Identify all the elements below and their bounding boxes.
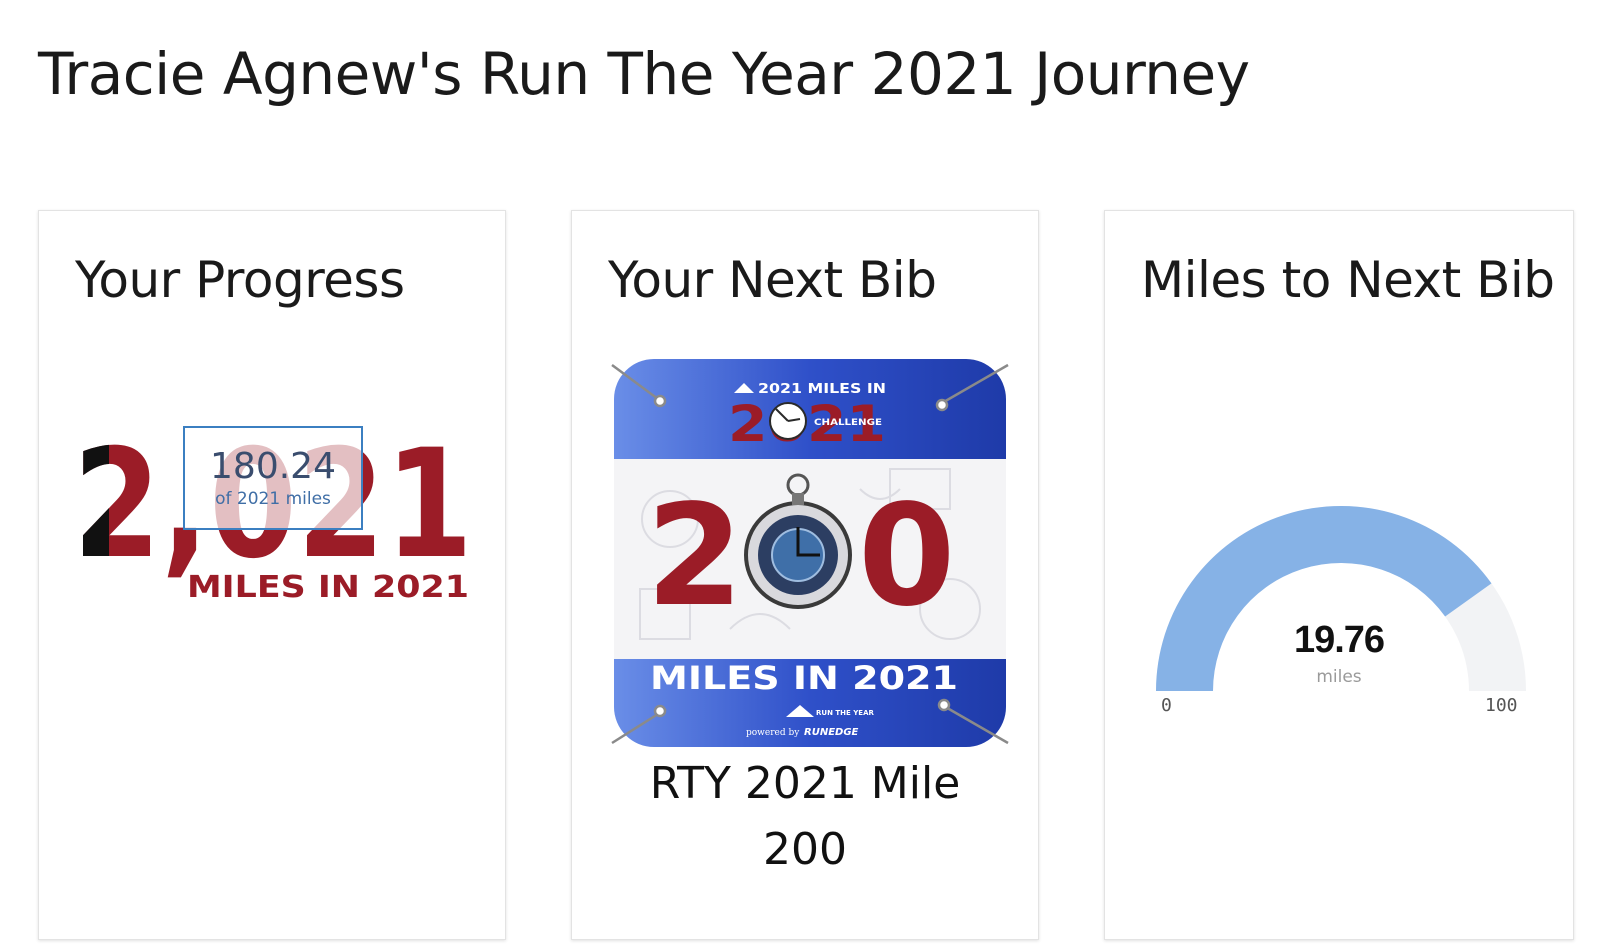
gauge-value: 19.76 bbox=[1293, 619, 1385, 661]
next-bib-card: Your Next Bib 2021 MILES IN 2021 CHALLEN… bbox=[571, 210, 1039, 940]
gauge-fill bbox=[1156, 505, 1492, 691]
page-title: Tracie Agnew's Run The Year 2021 Journey bbox=[38, 40, 1250, 108]
progress-art-caption: MILES IN 2021 bbox=[187, 570, 469, 605]
bib-powered-text: powered by bbox=[746, 728, 800, 738]
progress-readout: 180.24 of 2021 miles bbox=[183, 426, 363, 530]
bib-logo-text: RUN THE YEAR bbox=[816, 709, 874, 717]
bib-number-left: 2 bbox=[646, 475, 743, 638]
bib-caption-line1: RTY 2021 Mile bbox=[649, 758, 961, 809]
miles-to-next-bib-title: Miles to Next Bib bbox=[1141, 251, 1555, 309]
bib-caption: RTY 2021 Mile 200 bbox=[572, 751, 1038, 883]
miles-to-next-bib-card: Miles to Next Bib 19.76 miles 0 100 bbox=[1104, 210, 1574, 940]
progress-value: 180.24 bbox=[210, 446, 336, 487]
bib-image[interactable]: 2021 MILES IN 2021 CHALLENGE 2 0 MILES I… bbox=[610, 359, 1010, 759]
bib-number-right: 0 bbox=[858, 475, 955, 638]
progress-subtitle: of 2021 miles bbox=[215, 489, 331, 509]
bib-challenge-text: CHALLENGE bbox=[814, 418, 882, 428]
bib-brand-text: RUNEDGE bbox=[804, 727, 859, 738]
progress-card: Your Progress 2,021 2,021 MILES IN 2021 … bbox=[38, 210, 506, 940]
bib-bottom-text: MILES IN 2021 bbox=[650, 659, 958, 697]
gauge-unit: miles bbox=[1316, 667, 1362, 687]
gauge-max-label: 100 bbox=[1485, 695, 1518, 716]
progress-card-title: Your Progress bbox=[75, 251, 405, 309]
next-bib-card-title: Your Next Bib bbox=[608, 251, 937, 309]
gauge-min-label: 0 bbox=[1161, 695, 1172, 716]
bib-caption-line2: 200 bbox=[763, 824, 847, 875]
